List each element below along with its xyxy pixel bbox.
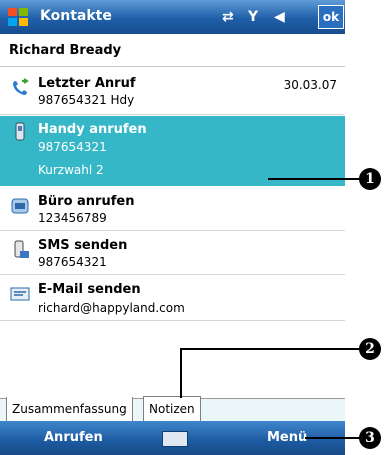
divider [0,320,345,321]
pocket-pc-screen: Kontakte ⇄ Y ◀ ok Richard Bready Letzter… [0,0,345,455]
item-label: SMS senden [38,238,128,253]
list-item-mobile-call[interactable]: Handy anrufen 987654321 Kurzwahl 2 [0,116,345,186]
item-sub: 987654321 Hdy [38,93,135,107]
divider [0,114,345,115]
item-sub: 987654321 [38,255,107,269]
item-sub: 123456789 [38,211,107,225]
divider [0,230,345,231]
office-phone-icon [11,198,29,214]
phone-incoming-icon [13,78,29,95]
contact-header: Richard Bready [0,34,345,67]
tab-summary[interactable]: Zusammenfassung [6,397,133,422]
item-sub: 987654321 [38,140,107,154]
callout-2: 2 [359,338,381,360]
mobile-phone-icon [15,122,25,141]
app-title: Kontakte [40,8,112,24]
divider [0,274,345,275]
item-label: Letzter Anruf [38,76,136,91]
item-label: Handy anrufen [38,122,147,137]
keyboard-icon[interactable] [162,431,188,447]
connectivity-icon[interactable]: ⇄ [222,9,234,25]
callout-leader-2-vertical [180,348,182,398]
ok-button[interactable]: ok [318,5,344,29]
speed-dial-label: Kurzwahl 2 [38,163,104,177]
title-bar: Kontakte ⇄ Y ◀ ok [0,0,345,34]
list-item-sms[interactable]: SMS senden 987654321 [0,232,345,274]
windows-start-icon[interactable] [6,5,30,29]
callout-leader-3 [305,437,362,439]
signal-off-icon[interactable]: Y [248,9,258,25]
item-label: Büro anrufen [38,194,135,209]
tab-notes[interactable]: Notizen [143,396,201,422]
item-label: E-Mail senden [38,282,141,297]
callout-leader-1 [268,178,362,180]
list-item-last-call[interactable]: Letzter Anruf 987654321 Hdy 30.03.07 [0,70,345,114]
callout-1: 1 [359,168,381,190]
volume-icon[interactable]: ◀ [274,9,285,25]
list-item-office-call[interactable]: Büro anrufen 123456789 [0,188,345,230]
callout-3: 3 [359,427,381,449]
contact-name: Richard Bready [9,43,122,58]
menu-softkey[interactable]: Menü [267,430,307,445]
item-sub: richard@happyland.com [38,301,185,315]
email-icon [10,287,30,301]
call-softkey[interactable]: Anrufen [44,430,103,445]
softkey-bar: Anrufen Menü [0,421,345,455]
item-date: 30.03.07 [283,78,337,92]
list-item-email[interactable]: E-Mail senden richard@happyland.com [0,276,345,320]
sms-icon [14,240,29,258]
callout-leader-2 [180,348,362,350]
